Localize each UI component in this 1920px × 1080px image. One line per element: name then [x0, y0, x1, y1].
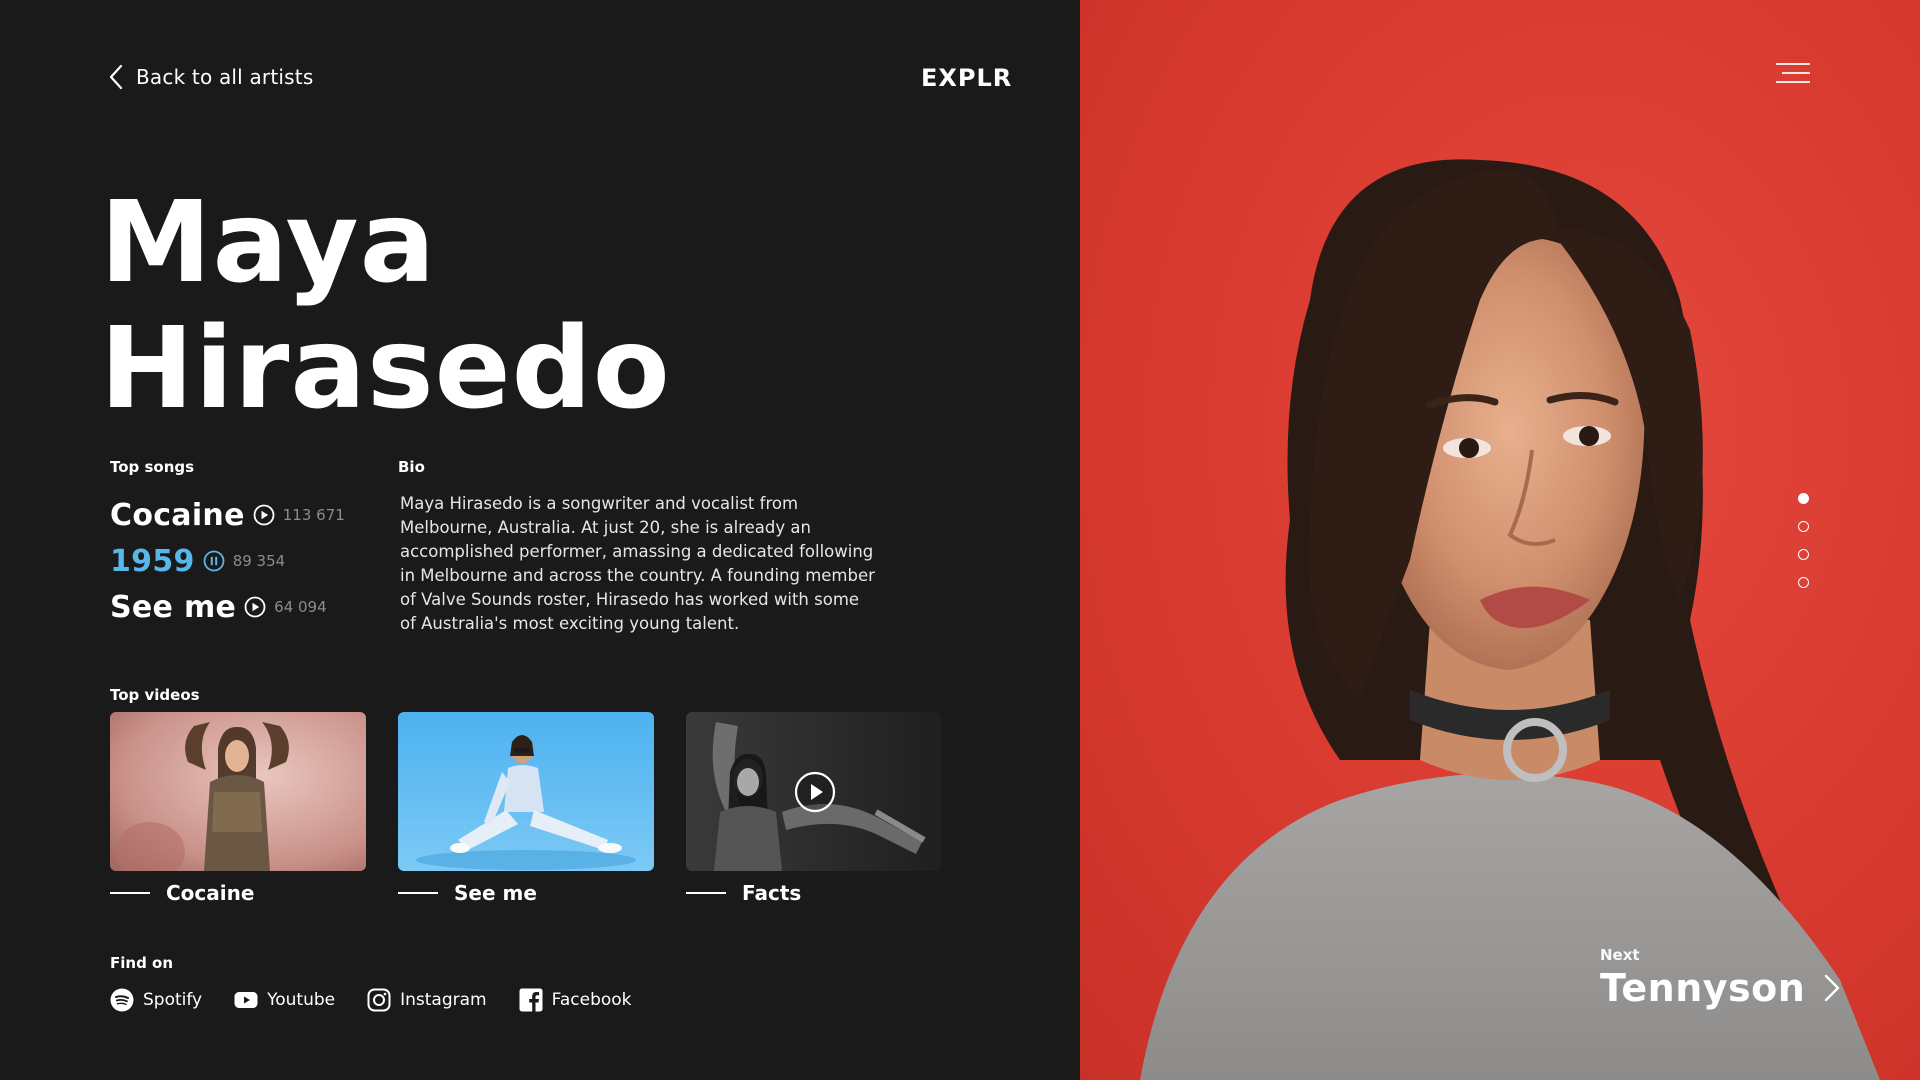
song-title: Cocaine [110, 497, 245, 533]
artist-last-name: Hirasedo [100, 304, 671, 434]
song-item[interactable]: 1959 89 354 [110, 538, 345, 584]
chevron-left-icon [109, 64, 123, 90]
video-title: See me [454, 881, 537, 905]
logo[interactable]: EXPLR [921, 64, 1012, 92]
top-songs-label: Top songs [110, 458, 195, 476]
video-card[interactable]: Cocaine [110, 712, 366, 905]
artist-first-name: Maya [100, 178, 437, 308]
find-on-label: Find on [110, 954, 174, 972]
social-label: Instagram [400, 990, 487, 1010]
bio-text: Maya Hirasedo is a songwriter and vocali… [400, 494, 875, 633]
back-link-label: Back to all artists [136, 65, 314, 89]
play-icon[interactable] [794, 771, 836, 813]
play-count: 113 671 [282, 506, 345, 524]
pagination-dot[interactable] [1798, 493, 1809, 504]
divider [110, 892, 150, 894]
song-item[interactable]: Cocaine 113 671 [110, 492, 345, 538]
play-count: 89 354 [232, 552, 286, 570]
social-label: Spotify [143, 990, 203, 1010]
song-item[interactable]: See me 64 094 [110, 584, 345, 630]
top-songs-list: Cocaine 113 671 1959 89 354 See me 64 09… [110, 492, 345, 630]
video-thumbnail[interactable] [398, 712, 654, 871]
pause-icon[interactable] [203, 550, 225, 572]
artist-portrait [1140, 159, 1880, 1080]
artist-detail-panel: Back to all artists EXPLR Maya Hirasedo … [0, 0, 1080, 1080]
song-title: See me [110, 589, 237, 625]
video-card[interactable]: See me [398, 712, 654, 905]
next-artist-name: Tennyson [1600, 966, 1806, 1010]
divider [686, 892, 726, 894]
next-artist-link[interactable]: Next Tennyson [1600, 946, 1841, 1010]
social-link-spotify[interactable]: Spotify [110, 988, 202, 1012]
video-title: Cocaine [166, 881, 255, 905]
youtube-icon [234, 992, 258, 1008]
artist-name: Maya Hirasedo [100, 180, 671, 432]
facebook-icon [519, 988, 543, 1012]
menu-icon[interactable] [1776, 62, 1810, 84]
back-to-artists-link[interactable]: Back to all artists [108, 64, 313, 90]
spotify-icon [110, 988, 134, 1012]
pagination-dot[interactable] [1798, 577, 1809, 588]
video-thumbnail[interactable] [110, 712, 366, 871]
artist-hero-panel: Next Tennyson [1080, 0, 1920, 1080]
next-label: Next [1600, 946, 1640, 964]
social-link-youtube[interactable]: Youtube [234, 988, 335, 1012]
divider [398, 892, 438, 894]
top-videos-label: Top videos [110, 686, 200, 704]
pagination-dot[interactable] [1798, 549, 1809, 560]
song-title: 1959 [110, 543, 195, 579]
bio-label: Bio [398, 458, 425, 476]
video-title: Facts [742, 881, 802, 905]
instagram-icon [367, 988, 391, 1012]
play-icon[interactable] [244, 596, 266, 618]
slide-pagination [1798, 493, 1809, 588]
social-label: Youtube [267, 990, 336, 1010]
video-thumbnail[interactable] [686, 712, 942, 871]
pagination-dot[interactable] [1798, 521, 1809, 532]
social-label: Facebook [551, 990, 632, 1010]
play-count: 64 094 [274, 598, 327, 616]
play-icon[interactable] [253, 504, 275, 526]
chevron-right-icon [1825, 974, 1840, 1002]
social-link-instagram[interactable]: Instagram [367, 988, 487, 1012]
social-link-facebook[interactable]: Facebook [519, 988, 632, 1012]
video-card[interactable]: Facts [686, 712, 942, 905]
social-links: Spotify Youtube Instagram Facebook [110, 988, 632, 1012]
